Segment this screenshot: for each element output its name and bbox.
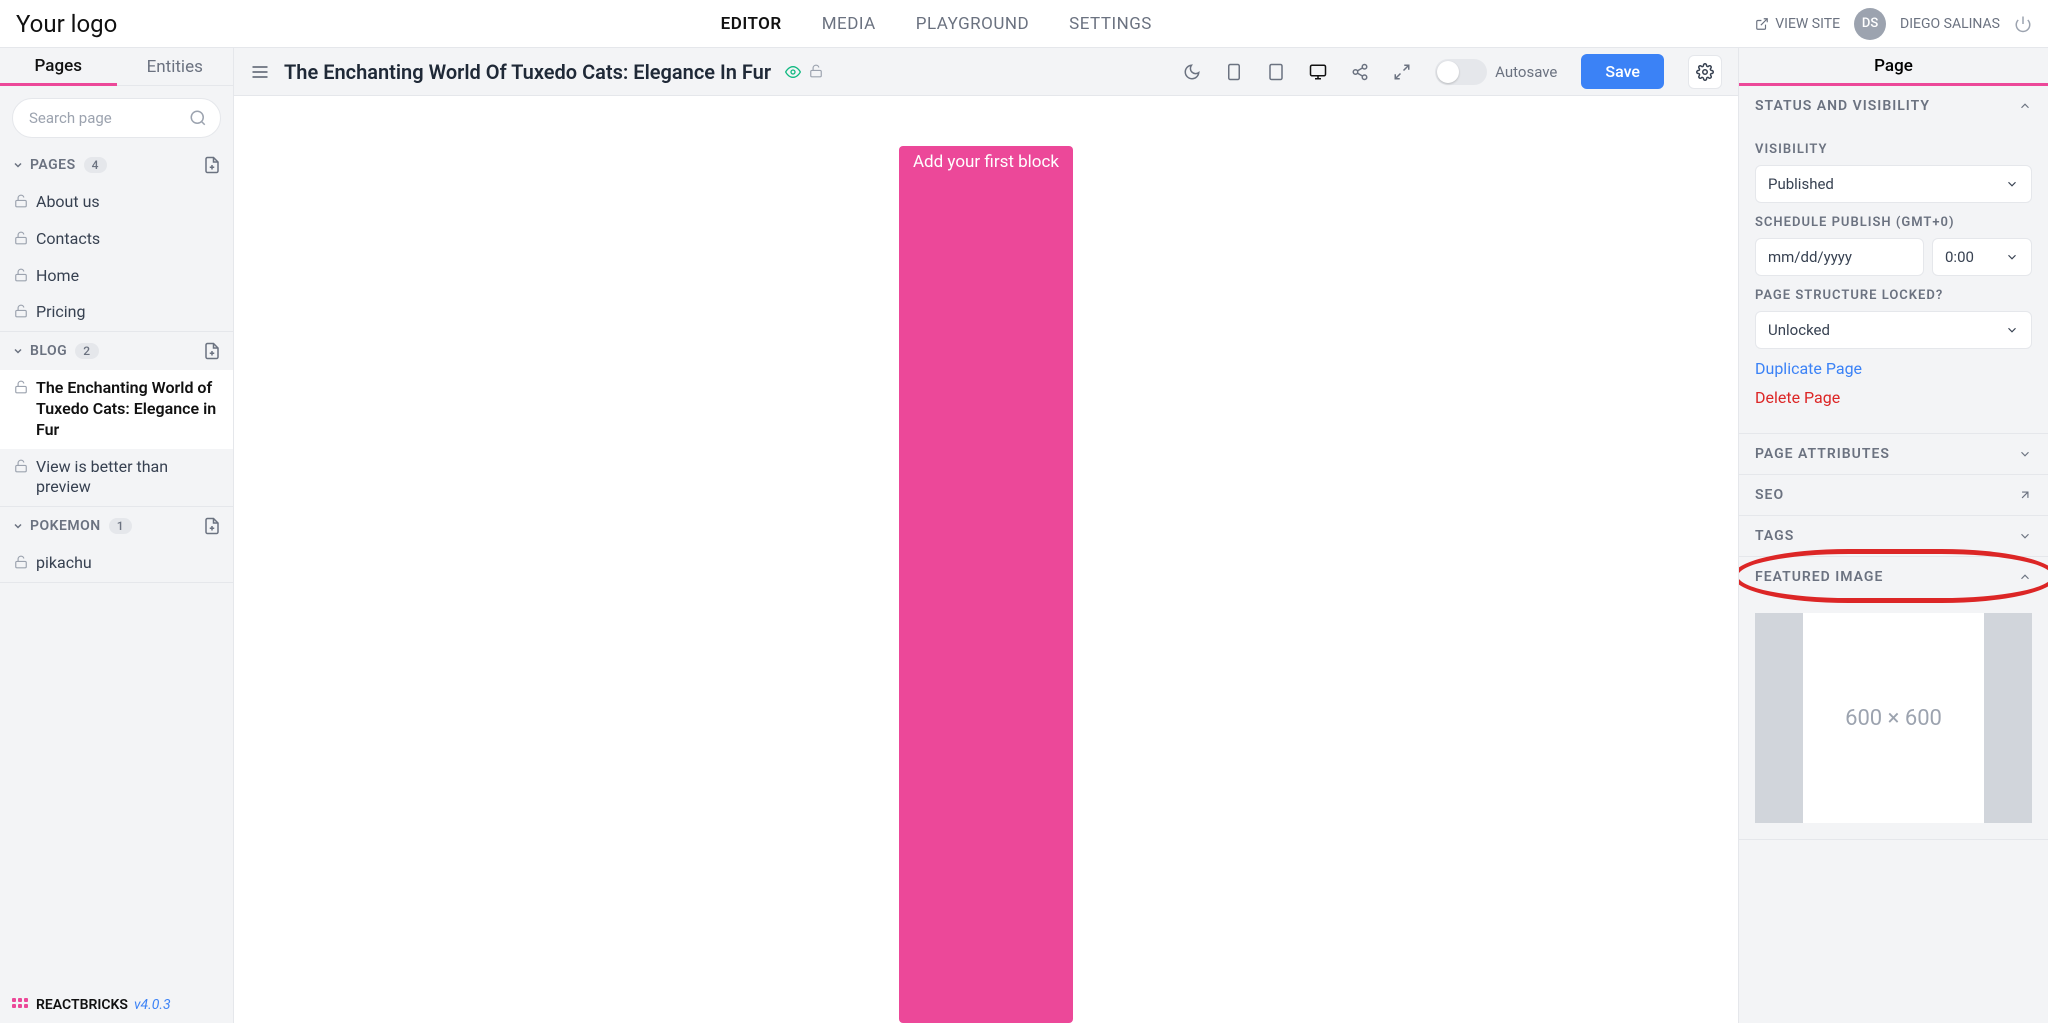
page-title: The Enchanting World Of Tuxedo Cats: Ele… <box>284 60 771 84</box>
schedule-time-select[interactable]: 0:00 <box>1932 238 2032 276</box>
external-icon <box>2018 488 2032 502</box>
schedule-date-input[interactable]: mm/dd/yyyy <box>1755 238 1924 276</box>
chevron-down-icon <box>2005 177 2019 191</box>
search-wrapper <box>12 98 221 138</box>
nav-settings[interactable]: SETTINGS <box>1069 14 1152 34</box>
tab-entities[interactable]: Entities <box>117 48 234 86</box>
save-button[interactable]: Save <box>1581 54 1664 89</box>
search-icon <box>189 109 207 127</box>
section-status-header[interactable]: STATUS AND VISIBILITY <box>1739 86 2048 126</box>
add-pokemon-icon[interactable] <box>203 517 221 535</box>
unlock-icon <box>14 231 28 245</box>
brand-footer: REACTBRICKS v4.0.3 <box>0 987 233 1023</box>
schedule-label: SCHEDULE PUBLISH (GMT+0) <box>1755 215 2032 230</box>
section-tags-header[interactable]: TAGS <box>1739 516 2048 556</box>
chevron-down-icon <box>2018 529 2032 543</box>
brand-dots-icon <box>12 998 30 1012</box>
unlock-icon <box>14 268 28 282</box>
duplicate-page-link[interactable]: Duplicate Page <box>1755 359 2032 378</box>
visibility-label: VISIBILITY <box>1755 142 2032 157</box>
autosave-toggle[interactable] <box>1435 59 1487 85</box>
canvas: Add your first block <box>234 96 1738 1023</box>
sidebar-item-tuxedo[interactable]: The Enchanting World of Tuxedo Cats: Ele… <box>0 370 233 448</box>
unlock-icon <box>14 194 28 208</box>
visibility-select[interactable]: Published <box>1755 165 2032 203</box>
menu-icon[interactable] <box>250 62 270 82</box>
logo: Your logo <box>16 10 117 38</box>
unlock-icon <box>14 555 28 569</box>
group-pages-header[interactable]: PAGES 4 <box>0 146 233 184</box>
inspector-tab-page[interactable]: Page <box>1739 48 2048 86</box>
nav-editor[interactable]: EDITOR <box>721 14 782 34</box>
blog-count-badge: 2 <box>75 343 98 359</box>
expand-icon[interactable] <box>1393 63 1411 81</box>
featured-image-placeholder[interactable]: 600 × 600 <box>1755 613 2032 823</box>
eye-icon <box>785 64 801 80</box>
add-page-icon[interactable] <box>203 156 221 174</box>
sidebar-item-pikachu[interactable]: pikachu <box>0 545 233 582</box>
unlock-icon <box>14 380 28 394</box>
main-area: The Enchanting World Of Tuxedo Cats: Ele… <box>234 48 1738 1023</box>
desktop-icon[interactable] <box>1309 63 1327 81</box>
sidebar-item-contacts[interactable]: Contacts <box>0 221 233 258</box>
chevron-down-icon <box>12 345 24 357</box>
phone-icon[interactable] <box>1225 63 1243 81</box>
nav-media[interactable]: MEDIA <box>822 14 876 34</box>
chevron-down-icon <box>2018 447 2032 461</box>
locked-label: PAGE STRUCTURE LOCKED? <box>1755 288 2032 303</box>
nav-playground[interactable]: PLAYGROUND <box>916 14 1029 34</box>
chevron-down-icon <box>2005 250 2019 264</box>
external-link-icon <box>1755 17 1769 31</box>
chevron-down-icon <box>12 159 24 171</box>
tablet-icon[interactable] <box>1267 63 1285 81</box>
add-block-button[interactable]: Add your first block <box>899 146 1073 1023</box>
view-site-link[interactable]: VIEW SITE <box>1755 16 1840 32</box>
tab-pages[interactable]: Pages <box>0 48 117 86</box>
pages-count-badge: 4 <box>84 157 107 173</box>
unlock-icon <box>14 304 28 318</box>
locked-select[interactable]: Unlocked <box>1755 311 2032 349</box>
sidebar-item-pricing[interactable]: Pricing <box>0 294 233 331</box>
sidebar: Pages Entities PAGES 4 About us Contacts… <box>0 48 234 1023</box>
share-icon[interactable] <box>1351 63 1369 81</box>
editor-toolbar: The Enchanting World Of Tuxedo Cats: Ele… <box>234 48 1738 96</box>
group-blog-header[interactable]: BLOG 2 <box>0 332 233 370</box>
power-icon[interactable] <box>2014 15 2032 33</box>
add-blog-icon[interactable] <box>203 342 221 360</box>
group-pokemon-header[interactable]: POKEMON 1 <box>0 507 233 545</box>
sidebar-item-home[interactable]: Home <box>0 258 233 295</box>
chevron-down-icon <box>12 520 24 532</box>
inspector: Page STATUS AND VISIBILITY VISIBILITY Pu… <box>1738 48 2048 1023</box>
pokemon-count-badge: 1 <box>109 518 132 534</box>
moon-icon[interactable] <box>1183 63 1201 81</box>
chevron-up-icon <box>2018 570 2032 584</box>
autosave-label: Autosave <box>1495 63 1557 81</box>
sidebar-item-about[interactable]: About us <box>0 184 233 221</box>
avatar[interactable]: DS <box>1854 8 1886 40</box>
top-bar: Your logo EDITOR MEDIA PLAYGROUND SETTIN… <box>0 0 2048 48</box>
section-attributes-header[interactable]: PAGE ATTRIBUTES <box>1739 434 2048 474</box>
gear-icon <box>1696 63 1714 81</box>
chevron-down-icon <box>2005 323 2019 337</box>
sidebar-item-view[interactable]: View is better than preview <box>0 449 233 507</box>
user-name: DIEGO SALINAS <box>1900 16 2000 32</box>
chevron-up-icon <box>2018 99 2032 113</box>
settings-button[interactable] <box>1688 55 1722 89</box>
delete-page-link[interactable]: Delete Page <box>1755 388 2032 407</box>
unlock-icon <box>809 64 823 78</box>
unlock-icon <box>14 459 28 473</box>
section-featured-header[interactable]: FEATURED IMAGE <box>1739 557 2048 597</box>
top-nav: EDITOR MEDIA PLAYGROUND SETTINGS <box>117 14 1755 34</box>
section-seo-header[interactable]: SEO <box>1739 475 2048 515</box>
